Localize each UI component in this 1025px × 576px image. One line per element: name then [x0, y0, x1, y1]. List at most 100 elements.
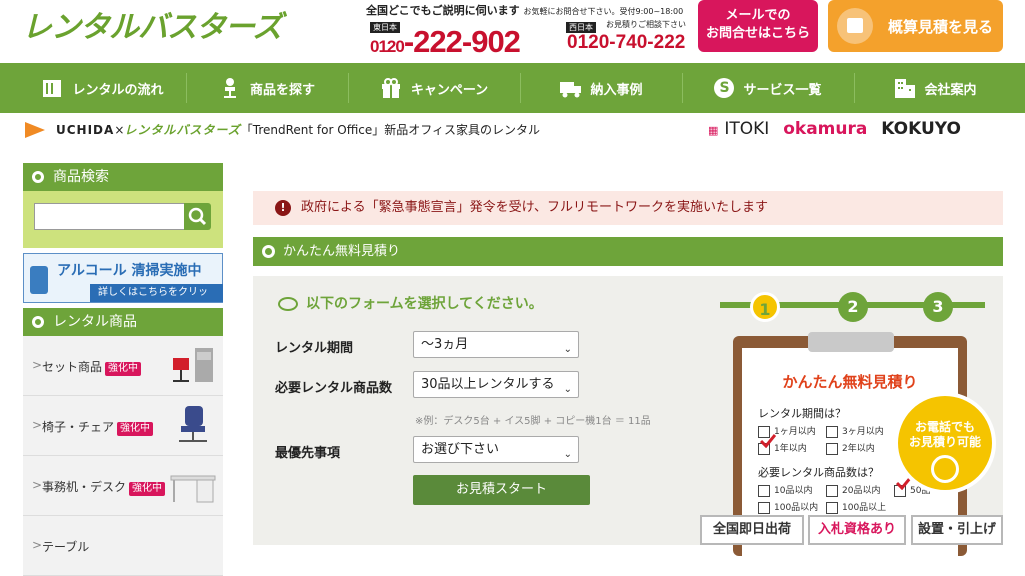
- alert-icon: !: [275, 200, 291, 216]
- chair-icon: [30, 266, 48, 294]
- mail-button-line2: お問合せはこちら: [705, 26, 810, 41]
- site-logo[interactable]: レンタルバスターズ: [22, 8, 282, 48]
- printer-icon: [837, 8, 873, 44]
- product-item-table[interactable]: テーブル: [23, 516, 223, 576]
- same-day-shipping-tag: 全国即日出荷: [700, 515, 804, 545]
- phone-icon: [931, 455, 959, 483]
- step-1: 1: [750, 292, 780, 322]
- main-nav: レンタルの流れ 商品を探す キャンペーン 納入事例 S サービス一覧 会社案内: [0, 63, 1025, 113]
- notice-text: 政府による「緊急事態宣言」発令を受け、フルリモートワークを実施いたします: [301, 200, 768, 215]
- mail-button-line1: メールでの: [725, 8, 791, 23]
- nav-item-flow[interactable]: レンタルの流れ: [20, 63, 185, 113]
- example-note: ※例：デスク5台 + イス5脚 + コピー機1台 ＝ 11品: [415, 416, 651, 427]
- building-icon: [893, 77, 916, 99]
- checkbox: 2年以内: [826, 441, 875, 455]
- west-phone-number[interactable]: 0120-740-222: [567, 32, 685, 54]
- nav-label: サービス一覧: [743, 82, 822, 98]
- site-header: レンタルバスターズ 全国どこでもご説明に伺います お気軽にお問合せ下さい。受付9…: [0, 0, 1025, 62]
- kokuyo-logo: KOKUYO: [881, 119, 961, 139]
- period-select[interactable]: ～3ヵ月 ⌄: [413, 331, 579, 358]
- nav-item-company[interactable]: 会社案内: [855, 63, 1015, 113]
- clipboard-q1: レンタル期間は？: [758, 407, 846, 420]
- truck-icon: [559, 77, 582, 99]
- nav-label: レンタルの流れ: [72, 82, 164, 98]
- mail-contact-button[interactable]: メールでの お問合せはこちら: [698, 0, 818, 52]
- sidebar: 商品検索 アルコール 清掃実施中 詳しくはこちらをクリック！ › レンタル商品 …: [23, 163, 223, 576]
- product-name: 椅子・チェア強化中: [32, 418, 154, 436]
- desk-product-image: [170, 475, 216, 503]
- search-heading: 商品検索: [23, 163, 223, 191]
- search-button[interactable]: [184, 203, 211, 230]
- count-select[interactable]: 30品以上レンタルする ⌄: [413, 371, 579, 398]
- speech-bubble-icon: [278, 297, 298, 311]
- badge: 強化中: [105, 362, 142, 376]
- search-panel: [23, 191, 223, 248]
- itoki-logo: ITOKI: [724, 119, 770, 139]
- nav-item-campaign[interactable]: キャンペーン: [349, 63, 519, 113]
- checkbox: 3ヶ月以内: [826, 424, 884, 438]
- phone-top-text: 全国どこでもご説明に伺います お気軽にお問合せ下さい。受付9:00~18:00: [366, 4, 684, 17]
- checkbox: 10品以内: [758, 483, 812, 497]
- form-instruction: 以下のフォームを選択してください。: [278, 293, 543, 313]
- badge: 強化中: [117, 422, 154, 436]
- nav-label: キャンペーン: [410, 82, 489, 98]
- okamura-logo: okamura: [783, 119, 868, 139]
- alcohol-banner[interactable]: アルコール 清掃実施中 詳しくはこちらをクリック！ ›: [23, 253, 223, 316]
- clipboard-q2: 必要レンタル商品数は？: [758, 466, 879, 479]
- bubble-line2: お見積り可能: [908, 435, 981, 449]
- period-label: レンタル期間: [275, 341, 354, 356]
- product-item-desk[interactable]: 事務机・デスク強化中: [23, 456, 223, 516]
- chevron-down-icon: ⌄: [563, 384, 572, 395]
- priority-label: 最優先事項: [275, 446, 341, 461]
- flag-icon: [25, 122, 45, 138]
- search-input[interactable]: [34, 203, 186, 230]
- nav-item-cases[interactable]: 納入事例: [521, 63, 681, 113]
- phone-estimate-bubble[interactable]: お電話でも お見積り可能: [894, 392, 996, 494]
- phone-block: 全国どこでもご説明に伺います お気軽にお問合せ下さい。受付9:00~18:00 …: [366, 2, 692, 60]
- product-item-chair[interactable]: 椅子・チェア強化中: [23, 396, 223, 456]
- product-name: セット商品強化中: [32, 358, 142, 376]
- start-estimate-button[interactable]: お見積スタート: [413, 475, 590, 505]
- badge: 強化中: [129, 482, 166, 496]
- gift-icon: [380, 77, 402, 99]
- chevron-down-icon: ⌄: [563, 449, 572, 460]
- nav-item-services[interactable]: S サービス一覧: [683, 63, 853, 113]
- check-mark-icon: [760, 434, 776, 448]
- nav-label: 納入事例: [590, 82, 643, 98]
- step-2: 2: [838, 292, 868, 322]
- nav-label: 会社案内: [924, 82, 977, 98]
- checkbox: 100品以内: [758, 500, 818, 514]
- maker-logos: ▦ ITOKI okamura KOKUYO: [708, 119, 961, 139]
- chair-icon: [219, 77, 241, 99]
- main-content: ! 政府による「緊急事態宣言」発令を受け、フルリモートワークを実施いたします か…: [253, 163, 1003, 558]
- checkbox: 100品以上: [826, 500, 886, 514]
- checkbox: 20品以内: [826, 483, 880, 497]
- emergency-notice[interactable]: ! 政府による「緊急事態宣言」発令を受け、フルリモートワークを実施いたします: [253, 191, 1003, 225]
- count-label: 必要レンタル商品数: [275, 381, 393, 396]
- step-3: 3: [923, 292, 953, 322]
- priority-select[interactable]: お選び下さい ⌄: [413, 436, 579, 463]
- nav-item-products[interactable]: 商品を探す: [187, 63, 347, 113]
- book-icon: [41, 77, 63, 99]
- chair-product-image: [179, 406, 207, 442]
- east-phone-number[interactable]: 0120-222-902: [370, 24, 521, 60]
- alcohol-banner-title: アルコール 清掃実施中: [57, 263, 202, 279]
- quick-estimate-heading: かんたん無料見積り: [253, 237, 1003, 266]
- brand-bar: UCHIDA×レンタルバスターズ「TrendRent for Office」新品…: [0, 113, 1025, 145]
- estimate-button-label: 概算見積を見る: [888, 18, 994, 36]
- product-name: テーブル: [32, 538, 89, 555]
- product-item-set[interactable]: セット商品強化中: [23, 336, 223, 396]
- product-name: 事務机・デスク強化中: [32, 478, 166, 496]
- set-product-image: [173, 348, 213, 382]
- west-note: お見積りご相談下さい: [606, 20, 686, 29]
- nav-label: 商品を探す: [249, 82, 315, 98]
- estimate-button[interactable]: 概算見積を見る: [828, 0, 1003, 52]
- search-icon: [188, 207, 207, 226]
- rental-products-heading: レンタル商品: [23, 308, 223, 336]
- bid-qualified-tag: 入札資格あり: [808, 515, 906, 545]
- brand-bar-text: UCHIDA×レンタルバスターズ「TrendRent for Office」新品…: [56, 123, 541, 137]
- s-circle-icon: S: [714, 78, 735, 98]
- estimate-form: 以下のフォームを選択してください。 レンタル期間 ～3ヵ月 ⌄ 必要レンタル商品数…: [253, 276, 1003, 558]
- clip-icon: [808, 332, 894, 352]
- alcohol-banner-link: 詳しくはこちらをクリック！ ›: [90, 284, 223, 316]
